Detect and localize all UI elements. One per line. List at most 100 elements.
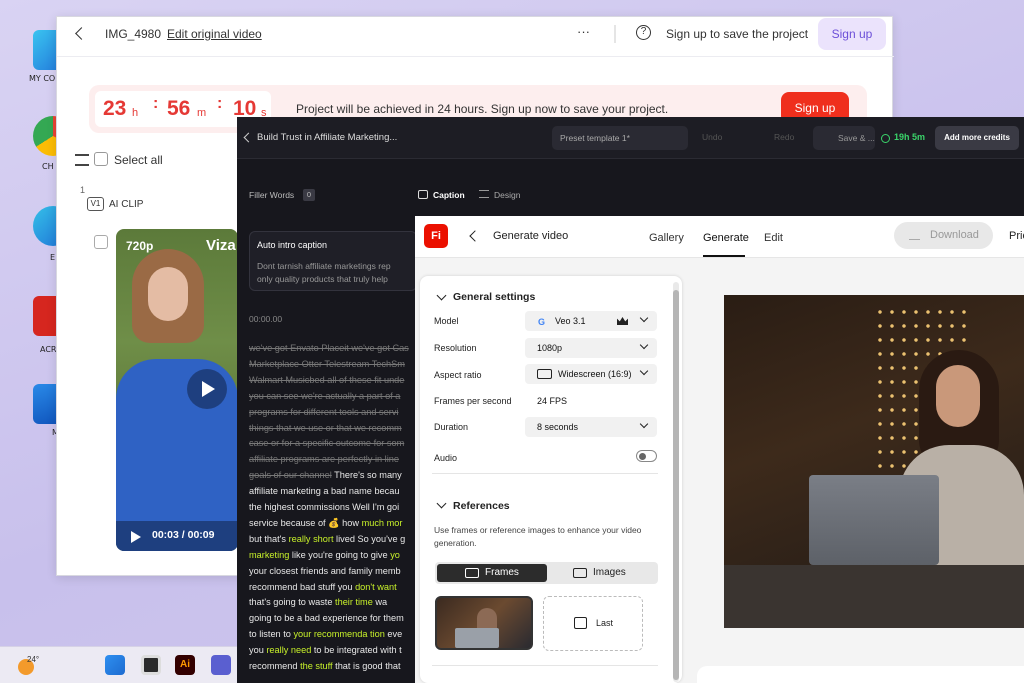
transcript-word[interactable]: recommend bad stuff you [249, 582, 355, 592]
transcript-line[interactable]: case or for a specific outcome for som [249, 438, 404, 448]
start-icon[interactable] [105, 655, 125, 675]
save-button[interactable]: Save & ... [813, 126, 875, 150]
transcript-word[interactable]: wa [373, 597, 387, 607]
transcript-word[interactable]: to listen to [249, 629, 293, 639]
highlighted-word[interactable]: marketing [249, 550, 289, 560]
tab-generate[interactable]: Generate [703, 232, 749, 244]
transcript-word[interactable]: goals of our channel [249, 470, 332, 480]
transcript-line[interactable]: service because of 💰 how much mor [249, 518, 402, 529]
help-icon[interactable]: ? [636, 25, 651, 40]
transcript-word[interactable]: like you're going to give [289, 550, 390, 560]
tab-caption[interactable]: Caption [433, 190, 465, 200]
tab-gallery[interactable]: Gallery [649, 232, 684, 244]
select-all-checkbox[interactable] [94, 152, 108, 166]
transcript-line[interactable]: you can see we're actually a part of a [249, 391, 400, 401]
edit-original-link[interactable]: Edit original video [167, 27, 262, 41]
transcript-line[interactable]: programs for different tools and servi [249, 407, 398, 417]
video-preview[interactable] [724, 295, 1024, 628]
general-settings-heading[interactable]: General settings [453, 291, 535, 303]
transcript-line[interactable]: goals of our channel There's so many [249, 470, 402, 480]
transcript-word[interactable]: that's going to waste [249, 597, 335, 607]
redo-button[interactable]: Redo [774, 132, 794, 142]
transcript-line[interactable]: recommend the stuff that is good that [249, 661, 401, 671]
back-icon[interactable] [243, 132, 254, 143]
transcript-line[interactable]: the highest commissions Well I'm goi [249, 502, 399, 512]
highlighted-word[interactable]: really short [289, 534, 334, 544]
transcript-word[interactable]: you can see we're actually a part of a [249, 391, 400, 401]
aspect-ratio-select[interactable]: Widescreen (16:9) [525, 364, 657, 384]
more-icon[interactable]: ··· [577, 24, 590, 39]
play-overlay-button[interactable] [187, 369, 227, 409]
transcript-line[interactable]: marketing like you're going to give yo [249, 550, 400, 560]
auto-intro-caption-card[interactable]: Auto intro caption Dont tarnish affiliat… [249, 231, 417, 291]
transcript-word[interactable]: the highest commissions Well I'm goi [249, 502, 399, 512]
app-icon[interactable] [141, 655, 161, 675]
transcript-line[interactable]: your closest friends and family memb [249, 566, 401, 576]
highlighted-word[interactable]: the stuff [300, 661, 333, 671]
chevron-down-icon[interactable] [436, 498, 447, 509]
transcript-word[interactable]: Walmart Musicbed all of these fit unde [249, 375, 404, 385]
transcript-word[interactable]: things that we use or that we recomm [249, 423, 402, 433]
tab-design[interactable]: Design [494, 190, 520, 200]
transcript-word[interactable]: your closest friends and family memb [249, 566, 401, 576]
highlighted-word[interactable]: don't want [355, 582, 397, 592]
tab-frames[interactable]: Frames [437, 564, 547, 582]
last-frame-upload[interactable]: Last [543, 596, 643, 651]
highlighted-word[interactable]: really need [266, 645, 311, 655]
signup-button[interactable]: Sign up [818, 18, 886, 50]
add-credits-button[interactable]: Add more credits [935, 126, 1019, 150]
transcript-line[interactable]: but that's really short lived So you've … [249, 534, 405, 544]
highlighted-word[interactable]: their time [335, 597, 373, 607]
list-indent-icon[interactable] [75, 154, 89, 166]
transcript-word[interactable]: but that's [249, 534, 289, 544]
chevron-down-icon[interactable] [436, 290, 447, 301]
model-select[interactable]: G Veo 3.1 [525, 311, 657, 331]
template-select[interactable]: Preset template 1* [552, 126, 688, 150]
pricing-link[interactable]: Pric [1009, 230, 1024, 242]
highlighted-word[interactable]: your recommenda tion [293, 629, 384, 639]
first-frame-thumbnail[interactable] [435, 596, 533, 650]
illustrator-icon[interactable]: Ai [175, 655, 195, 675]
transcript-word[interactable]: going to be a bad experience for them [249, 613, 404, 623]
transcript-word[interactable]: lived So you've g [334, 534, 405, 544]
transcript-word[interactable]: that is good that [333, 661, 400, 671]
transcript-line[interactable]: we've got Envato Placeit we've got Cas [249, 343, 409, 353]
resolution-select[interactable]: 1080p [525, 338, 657, 358]
transcript-line[interactable]: that's going to waste their time wa [249, 597, 387, 607]
transcript-word[interactable]: eve [385, 629, 402, 639]
references-heading[interactable]: References [453, 500, 510, 512]
filler-words-label[interactable]: Filler Words [249, 190, 294, 200]
transcript-word[interactable]: affiliate marketing a bad name becau [249, 486, 400, 496]
firefly-logo[interactable]: Fi [424, 224, 448, 248]
transcript-line[interactable]: affiliate programs are perfectly in line [249, 454, 399, 464]
highlighted-word[interactable]: much mor [362, 518, 403, 528]
tab-edit[interactable]: Edit [764, 232, 783, 244]
transcript-line[interactable]: things that we use or that we recomm [249, 423, 402, 433]
transcript-line[interactable]: you really need to be integrated with t [249, 645, 402, 655]
duration-select[interactable]: 8 seconds [525, 417, 657, 437]
panel-scrollbar[interactable] [673, 282, 679, 682]
transcript-word[interactable]: service because of 💰 how [249, 518, 362, 528]
audio-toggle[interactable] [636, 450, 657, 462]
transcript-word[interactable]: programs for different tools and servi [249, 407, 398, 417]
transcript-line[interactable]: going to be a bad experience for them [249, 613, 404, 623]
transcript-word[interactable]: you [249, 645, 266, 655]
transcript-line[interactable]: affiliate marketing a bad name becau [249, 486, 400, 496]
transcript-line[interactable]: recommend bad stuff you don't want [249, 582, 397, 592]
transcript-word[interactable]: There's so many [332, 470, 402, 480]
download-button[interactable]: Download [894, 222, 993, 249]
teams-icon[interactable] [211, 655, 231, 675]
transcript-word[interactable]: to be integrated with t [311, 645, 402, 655]
back-icon[interactable] [75, 27, 88, 40]
back-icon[interactable] [469, 230, 481, 242]
quality-label[interactable]: 720p [126, 239, 153, 253]
transcript-line[interactable]: Walmart Musicbed all of these fit unde [249, 375, 404, 385]
transcript-word[interactable]: affiliate programs are perfectly in line [249, 454, 399, 464]
undo-button[interactable]: Undo [702, 132, 722, 142]
play-icon[interactable] [131, 531, 141, 543]
prompt-area[interactable] [697, 666, 1024, 683]
transcript-word[interactable]: case or for a specific outcome for som [249, 438, 404, 448]
transcript-word[interactable]: recommend [249, 661, 300, 671]
tab-images[interactable]: Images [547, 564, 656, 582]
scrollbar-thumb[interactable] [673, 290, 679, 680]
